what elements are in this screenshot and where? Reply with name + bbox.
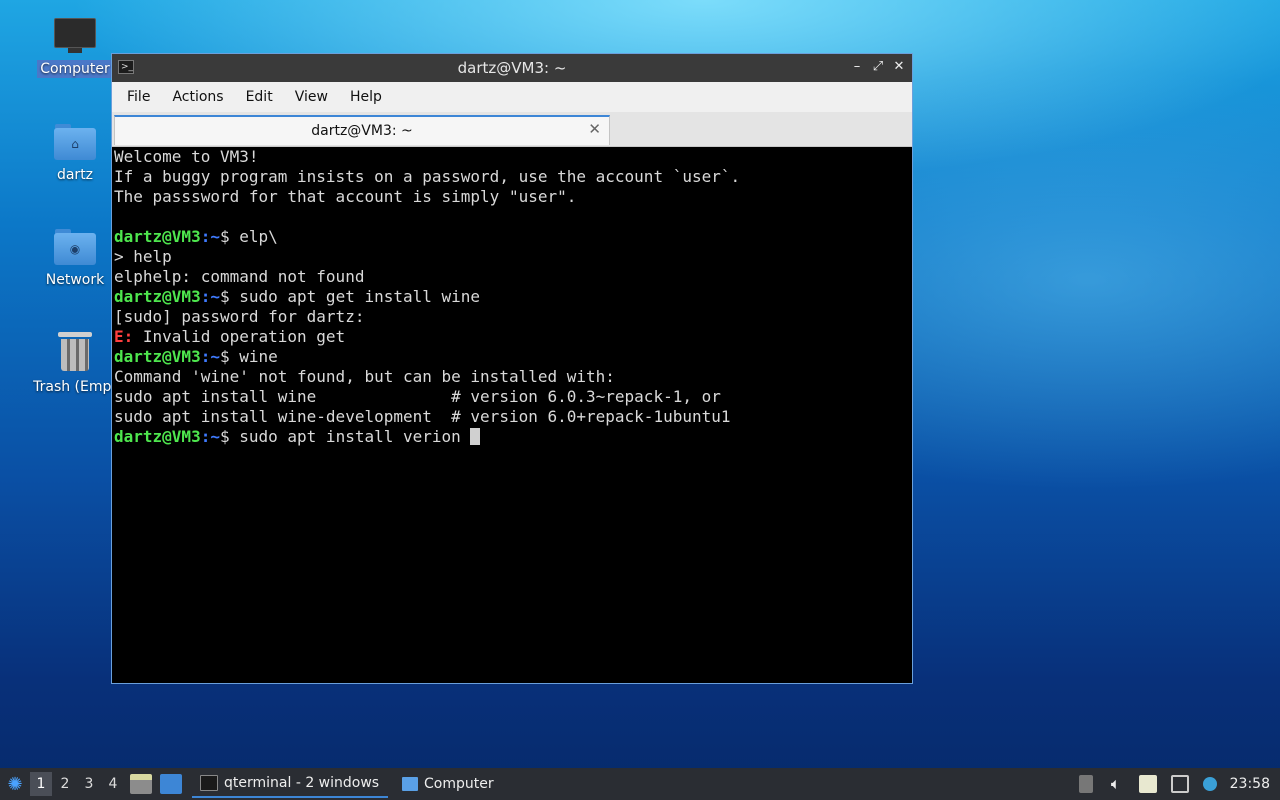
command-text: elp\ bbox=[239, 227, 278, 246]
prompt-path: :~ bbox=[200, 287, 220, 306]
terminal-tab[interactable]: dartz@VM3: ~ ✕ bbox=[114, 115, 610, 145]
terminal-command-line: dartz@VM3:~$ sudo apt get install wine bbox=[114, 287, 912, 307]
tab-bar: dartz@VM3: ~ ✕ bbox=[112, 112, 912, 147]
menu-view[interactable]: View bbox=[284, 89, 339, 105]
menu-bar: File Actions Edit View Help bbox=[112, 82, 912, 112]
menu-edit[interactable]: Edit bbox=[235, 89, 284, 105]
maximize-button[interactable]: ⤢ bbox=[869, 58, 887, 76]
file-manager-launcher-icon[interactable] bbox=[130, 774, 152, 794]
desktop-icon-home-folder[interactable]: ⌂ dartz bbox=[30, 124, 120, 184]
prompt-user: dartz@VM3 bbox=[114, 427, 201, 446]
clock[interactable]: 23:58 bbox=[1230, 776, 1270, 792]
menu-help[interactable]: Help bbox=[339, 89, 393, 105]
desktop-icon-label: Trash (Empt bbox=[33, 379, 117, 395]
terminal-line: sudo apt install wine-development # vers… bbox=[114, 407, 731, 426]
folder-icon bbox=[402, 777, 418, 791]
desktop-icon-trash[interactable]: Trash (Empt bbox=[30, 332, 120, 396]
prompt-path: :~ bbox=[200, 347, 220, 366]
command-text: sudo apt install verion bbox=[239, 427, 471, 446]
terminal-window: >_ dartz@VM3: ~ – ⤢ ✕ File Actions Edit … bbox=[111, 53, 913, 684]
terminal-line: > help bbox=[114, 247, 172, 266]
prompt-user: dartz@VM3 bbox=[114, 227, 201, 246]
task-label: Computer bbox=[424, 776, 494, 792]
volume-icon[interactable]: 🔈︎ bbox=[1107, 775, 1125, 793]
task-computer[interactable]: Computer bbox=[394, 770, 502, 798]
computer-icon bbox=[54, 18, 96, 54]
prompt-sign: $ bbox=[219, 287, 240, 306]
workspace-1[interactable]: 1 bbox=[30, 772, 52, 796]
notification-icon[interactable] bbox=[1202, 777, 1217, 791]
prompt-path: :~ bbox=[200, 227, 220, 246]
command-text: wine bbox=[239, 347, 278, 366]
prompt-user: dartz@VM3 bbox=[114, 347, 201, 366]
prompt-sign: $ bbox=[219, 227, 240, 246]
terminal-line: elphelp: command not found bbox=[114, 267, 365, 286]
menu-file[interactable]: File bbox=[116, 89, 161, 105]
desktop-icon-label: Network bbox=[45, 272, 105, 288]
workspace-3[interactable]: 3 bbox=[78, 772, 100, 796]
terminal-command-line: dartz@VM3:~$ elp\ bbox=[114, 227, 912, 247]
network-folder-icon: ◉ bbox=[54, 229, 96, 265]
command-text: sudo apt get install wine bbox=[239, 287, 481, 306]
prompt-sign: $ bbox=[219, 347, 240, 366]
home-folder-icon: ⌂ bbox=[54, 124, 96, 160]
text-cursor bbox=[470, 428, 481, 445]
start-menu-icon[interactable]: ✺ bbox=[0, 769, 30, 799]
terminal-line: The passsword for that account is simply… bbox=[114, 187, 577, 206]
show-desktop-icon[interactable] bbox=[160, 774, 182, 794]
task-label: qterminal - 2 windows bbox=[224, 775, 380, 791]
window-title: dartz@VM3: ~ bbox=[457, 59, 567, 77]
error-text: Invalid operation get bbox=[133, 327, 346, 346]
clipboard-icon[interactable] bbox=[1138, 775, 1157, 793]
prompt-sign: $ bbox=[219, 427, 240, 446]
terminal-command-line: dartz@VM3:~$ wine bbox=[114, 347, 912, 367]
terminal-icon bbox=[200, 775, 218, 791]
desktop-icon-label: Computer bbox=[37, 60, 113, 78]
error-prefix: E: bbox=[114, 327, 134, 346]
terminal-line: Welcome to VM3! bbox=[114, 147, 259, 166]
close-button[interactable]: ✕ bbox=[890, 58, 908, 76]
window-titlebar[interactable]: >_ dartz@VM3: ~ – ⤢ ✕ bbox=[112, 54, 912, 82]
tab-label: dartz@VM3: ~ bbox=[311, 123, 413, 139]
desktop-icon-label: dartz bbox=[56, 167, 94, 183]
menu-actions[interactable]: Actions bbox=[161, 89, 234, 105]
workspace-2[interactable]: 2 bbox=[54, 772, 76, 796]
terminal-error-line: E: Invalid operation get bbox=[114, 327, 912, 347]
prompt-user: dartz@VM3 bbox=[114, 287, 201, 306]
prompt-path: :~ bbox=[200, 427, 220, 446]
eject-icon[interactable] bbox=[1078, 775, 1093, 793]
terminal-line: If a buggy program insists on a password… bbox=[114, 167, 741, 186]
system-tray: 🔈︎ 23:58 bbox=[1072, 775, 1280, 793]
taskbar: ✺ 1 2 3 4 qterminal - 2 windows Computer… bbox=[0, 768, 1280, 800]
terminal-line: sudo apt install wine # version 6.0.3~re… bbox=[114, 387, 721, 406]
desktop-icon-network[interactable]: ◉ Network bbox=[30, 229, 120, 289]
desktop-icon-computer[interactable]: Computer bbox=[30, 18, 120, 78]
terminal-line: Command 'wine' not found, but can be ins… bbox=[114, 367, 615, 386]
workspace-4[interactable]: 4 bbox=[102, 772, 124, 796]
network-icon[interactable] bbox=[1170, 775, 1189, 793]
terminal-line: [sudo] password for dartz: bbox=[114, 307, 365, 326]
task-qterminal[interactable]: qterminal - 2 windows bbox=[192, 770, 388, 798]
tab-close-icon[interactable]: ✕ bbox=[588, 120, 601, 138]
trash-icon bbox=[58, 332, 92, 372]
minimize-button[interactable]: – bbox=[848, 58, 866, 76]
terminal-command-line: dartz@VM3:~$ sudo apt install verion bbox=[114, 427, 912, 447]
terminal-output[interactable]: Welcome to VM3! If a buggy program insis… bbox=[114, 147, 912, 683]
